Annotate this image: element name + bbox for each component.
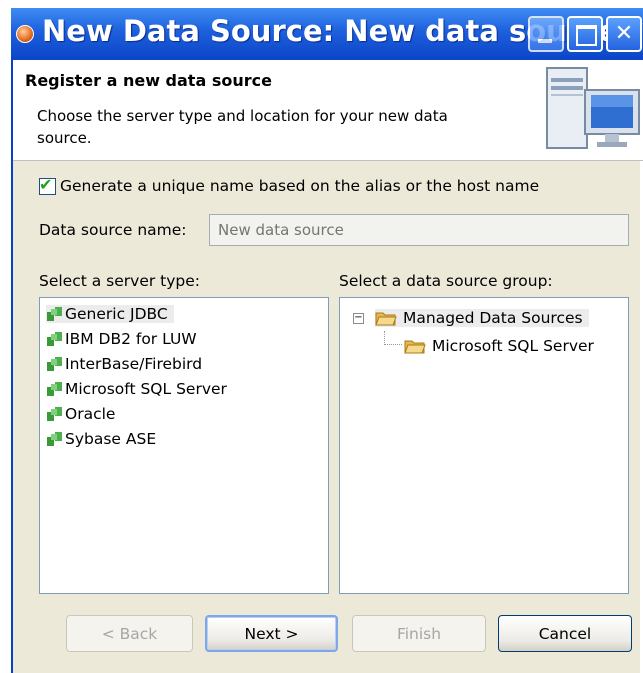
maximize-button[interactable]: [567, 16, 603, 52]
list-item-oracle[interactable]: Oracle: [46, 402, 115, 426]
close-icon: ✕: [614, 21, 634, 46]
list-item-mssql[interactable]: Microsoft SQL Server: [46, 377, 227, 401]
server-type-label: Select a server type:: [39, 272, 201, 290]
app-icon: [16, 25, 34, 43]
driver-icon: [47, 331, 62, 346]
tree-connector: [384, 344, 402, 345]
generate-name-label: Generate a unique name based on the alia…: [60, 177, 540, 195]
folder-open-icon: [404, 340, 426, 353]
next-button[interactable]: Next >: [205, 615, 338, 652]
list-item-ibm-db2[interactable]: IBM DB2 for LUW: [46, 327, 197, 351]
tree-node-label: Microsoft SQL Server: [432, 337, 594, 355]
list-item-interbase[interactable]: InterBase/Firebird: [46, 352, 202, 376]
tree-node-mssql[interactable]: Microsoft SQL Server: [404, 334, 594, 358]
banner-title: Register a new data source: [25, 71, 272, 90]
computer-icon: [546, 67, 640, 149]
close-button[interactable]: ✕: [606, 16, 642, 52]
list-item-label: IBM DB2 for LUW: [65, 330, 197, 348]
maximize-icon: [569, 18, 601, 50]
group-label: Select a data source group:: [339, 272, 553, 290]
list-item-sybase[interactable]: Sybase ASE: [46, 427, 156, 451]
datasource-name-input[interactable]: [209, 214, 629, 246]
cancel-button[interactable]: Cancel: [498, 615, 632, 652]
list-item-label: Sybase ASE: [65, 430, 157, 448]
datasource-name-label: Data source name:: [39, 221, 187, 239]
driver-icon: [47, 306, 62, 321]
back-button[interactable]: < Back: [66, 615, 193, 652]
tree-node-label: Managed Data Sources: [403, 309, 583, 327]
server-type-list[interactable]: Generic JDBC IBM DB2 for LUW InterBase/F…: [39, 297, 329, 594]
minimize-button[interactable]: [528, 16, 564, 52]
title-bar[interactable]: New Data Source: New data source ✕: [11, 8, 643, 60]
list-item-label: Microsoft SQL Server: [65, 380, 227, 398]
driver-icon: [47, 431, 62, 446]
folder-open-icon: [375, 312, 397, 325]
tree-node-selection: Managed Data Sources: [375, 309, 589, 327]
driver-icon: [47, 356, 62, 371]
finish-button[interactable]: Finish: [352, 615, 486, 652]
list-item-label: Generic JDBC: [65, 305, 168, 323]
checkmark-icon: ✔: [39, 175, 53, 194]
minimize-icon: [530, 18, 562, 50]
generate-name-checkbox[interactable]: ✔: [39, 175, 56, 195]
collapse-icon[interactable]: −: [353, 313, 364, 324]
driver-icon: [47, 406, 62, 421]
list-item-selection: Generic JDBC: [46, 305, 174, 323]
driver-icon: [47, 381, 62, 396]
list-item-label: InterBase/Firebird: [65, 355, 203, 373]
list-item-label: Oracle: [65, 405, 116, 423]
tree-node-managed-data-sources[interactable]: Managed Data Sources: [375, 306, 589, 330]
tree-connector: [384, 331, 385, 345]
banner-description: Choose the server type and location for …: [37, 107, 448, 147]
wizard-banner: Register a new data source Choose the se…: [13, 60, 643, 161]
list-item-generic-jdbc[interactable]: Generic JDBC: [46, 302, 174, 326]
